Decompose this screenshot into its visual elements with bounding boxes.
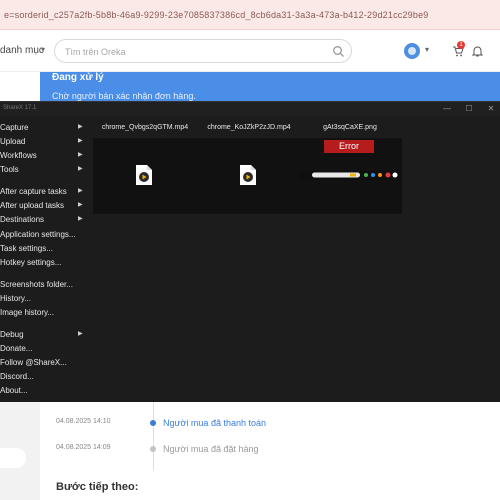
timeline-dot [150,446,156,452]
chevron-right-icon: ▶ [78,331,83,337]
menu-item-donate[interactable]: Donate... [0,343,90,355]
cart-count-badge: 1 [457,41,465,49]
sharex-titlebar[interactable]: ShareX 17.1 — ☐ ✕ [0,102,500,116]
chevron-right-icon: ▶ [78,188,83,194]
chevron-right-icon: ▶ [78,202,83,208]
menu-item-label: Discord... [0,372,34,381]
menu-item-label: Image history... [0,308,55,317]
timeline-time: 04.08.2025 14:09 [56,444,111,451]
sidebar-pill[interactable] [0,448,26,468]
file-name: chrome_KoJZkP2zJD.mp4 [207,124,291,131]
file-thumbnail[interactable] [93,138,197,214]
menu-item-label: After capture tasks [0,187,67,196]
file-name: chrome_Qvbgs2qGTM.mp4 [101,124,189,131]
menu-item-label: After upload tasks [0,201,65,210]
search-box[interactable] [54,39,352,63]
chevron-down-icon[interactable]: ▾ [425,45,429,54]
screenshot-preview-image [300,171,400,180]
error-badge: Error [324,140,374,153]
menu-item-label: Hotkey settings... [0,258,62,267]
menu-item-image-history[interactable]: Image history... [0,307,90,319]
avatar[interactable] [404,43,420,59]
bell-icon[interactable] [472,45,483,57]
browser-url-bar[interactable]: e=sorderid_c257a2fb-5b8b-46a9-9299-23e70… [0,0,500,30]
menu-item-label: Tools [0,165,19,174]
menu-item-application-settings[interactable]: Application settings... [0,229,90,241]
chevron-right-icon: ▶ [78,138,83,144]
chevron-right-icon: ▶ [78,216,83,222]
menu-item-upload[interactable]: Upload ▶ [0,136,90,148]
menu-item-after-capture-tasks[interactable]: After capture tasks ▶ [0,186,90,198]
menu-item-label: Donate... [0,344,33,353]
menu-item-label: Debug [0,330,24,339]
chevron-right-icon: ▶ [78,124,83,130]
menu-item-capture[interactable]: Capture ▶ [0,122,90,134]
timeline-event: Người mua đã thanh toán [163,418,266,428]
menu-item-label: Task settings... [0,244,53,253]
order-status-banner: Đang xử lý Chờ người bán xác nhận đơn hà… [40,72,500,102]
url-text[interactable]: e=sorderid_c257a2fb-5b8b-46a9-9299-23e70… [4,10,429,20]
minimize-icon[interactable]: — [440,103,454,115]
close-icon[interactable]: ✕ [484,103,498,115]
timeline-event: Người mua đã đặt hàng [163,444,259,454]
timeline-dot [150,420,156,426]
menu-item-task-settings[interactable]: Task settings... [0,243,90,255]
video-file-icon [240,165,256,185]
search-input[interactable] [65,44,325,59]
timeline-time: 04.08.2025 14:10 [56,418,111,425]
menu-item-label: Follow @ShareX... [0,358,67,367]
order-status-subtitle: Chờ người bán xác nhận đơn hàng. [52,91,196,101]
file-name: gAt3sqCaXE.png [323,124,377,131]
menu-item-label: History... [0,294,31,303]
next-steps-heading: Bước tiếp theo: [56,481,139,493]
video-file-icon [136,165,152,185]
menu-item-label: Workflows [0,151,37,160]
sharex-window: ShareX 17.1 — ☐ ✕ Capture ▶ Upload ▶ Wor… [0,101,500,402]
menu-item-label: Destinations [0,215,45,224]
chevron-down-icon: ▾ [41,45,46,54]
menu-item-after-upload-tasks[interactable]: After upload tasks ▶ [0,200,90,212]
search-icon[interactable] [332,45,345,58]
menu-item-label: Upload [0,137,26,146]
menu-item-follow[interactable]: Follow @ShareX... [0,357,90,369]
menu-item-label: Capture [0,123,29,132]
file-thumbnail[interactable]: Error [298,138,402,214]
menu-item-label: Application settings... [0,230,76,239]
categories-menu-button[interactable]: danh mục [0,45,44,56]
menu-item-label: Screenshots folder... [0,280,73,289]
menu-item-debug[interactable]: Debug ▶ [0,329,90,341]
menu-item-tools[interactable]: Tools ▶ [0,164,90,176]
menu-item-label: About... [0,386,28,395]
timeline-line [153,402,154,470]
menu-item-about[interactable]: About... [0,385,90,397]
menu-item-discord[interactable]: Discord... [0,371,90,383]
order-status-title: Đang xử lý [52,72,104,83]
site-header: danh mục ▾ ▾ 1 [0,30,500,72]
menu-item-hotkey-settings[interactable]: Hotkey settings... [0,257,90,269]
file-thumbnail[interactable] [197,138,301,214]
chevron-right-icon: ▶ [78,166,83,172]
menu-item-screenshots-folder[interactable]: Screenshots folder... [0,279,90,291]
chevron-right-icon: ▶ [78,152,83,158]
menu-item-history[interactable]: History... [0,293,90,305]
menu-item-workflows[interactable]: Workflows ▶ [0,150,90,162]
menu-item-destinations[interactable]: Destinations ▶ [0,214,90,226]
maximize-icon[interactable]: ☐ [462,103,476,115]
sharex-window-title: ShareX 17.1 [3,105,37,111]
